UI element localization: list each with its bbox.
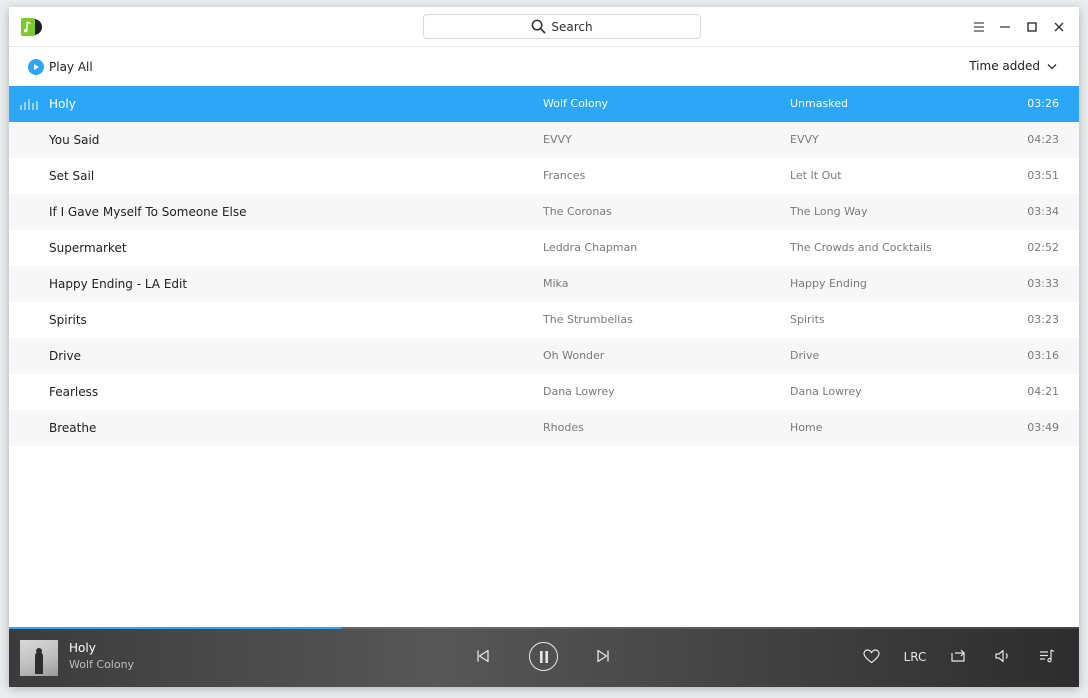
search-box[interactable]: Search	[423, 14, 701, 39]
now-playing-title: Holy	[69, 641, 96, 655]
pause-button[interactable]	[529, 642, 558, 671]
play-circle-icon	[28, 59, 44, 75]
repeat-icon	[951, 649, 965, 662]
song-title: Happy Ending - LA Edit	[49, 277, 188, 291]
previous-icon	[477, 649, 489, 663]
next-icon	[597, 649, 609, 663]
song-duration: 03:51	[1027, 169, 1059, 182]
song-duration: 03:23	[1027, 313, 1059, 326]
song-row[interactable]: Supermarket Leddra Chapman The Crowds and …	[9, 230, 1079, 266]
favorite-button[interactable]	[862, 647, 880, 665]
menu-button[interactable]	[971, 19, 987, 35]
song-duration: 03:16	[1027, 349, 1059, 362]
close-icon	[1054, 22, 1064, 32]
maximize-button[interactable]	[1024, 19, 1040, 35]
menu-icon	[974, 22, 984, 32]
song-duration: 03:34	[1027, 205, 1059, 218]
now-playing-bars-icon	[20, 99, 38, 110]
song-list: Holy Wolf Colony Unmasked 03:26 You Said EVVY…	[9, 86, 1079, 446]
song-title: Breathe	[49, 421, 97, 435]
song-artist: Frances	[543, 169, 586, 182]
song-row[interactable]: Fearless Dana Lowrey Dana Lowrey 04:21	[9, 374, 1079, 410]
play-all-button[interactable]: Play All	[28, 58, 93, 76]
song-row[interactable]: If I Gave Myself To Someone Else The Coro…	[9, 194, 1079, 230]
song-album: The Crowds and Cocktails	[790, 241, 932, 254]
song-album: Drive	[790, 349, 820, 362]
song-artist: Oh Wonder	[543, 349, 605, 362]
song-title: Spirits	[49, 313, 87, 327]
previous-button[interactable]	[475, 647, 491, 665]
song-row[interactable]: Set Sail Frances Let It Out 03:51	[9, 158, 1079, 194]
player-bar: Holy Wolf Colony LRC	[9, 627, 1079, 687]
song-title: If I Gave Myself To Someone Else	[49, 205, 247, 219]
song-row[interactable]: You Said EVVY EVVY 04:23	[9, 122, 1079, 158]
song-artist: Dana Lowrey	[543, 385, 615, 398]
song-title: Holy	[49, 97, 76, 111]
close-button[interactable]	[1051, 19, 1067, 35]
sort-dropdown[interactable]: Time added	[969, 59, 1057, 73]
song-title: You Said	[49, 133, 100, 147]
repeat-button[interactable]	[948, 647, 968, 665]
song-duration: 03:33	[1027, 277, 1059, 290]
song-album: Let It Out	[790, 169, 842, 182]
lyrics-button[interactable]: LRC	[902, 648, 928, 666]
song-album: Home	[790, 421, 823, 434]
volume-icon	[995, 649, 1008, 663]
music-app-logo-icon	[21, 18, 42, 36]
song-artist: EVVY	[543, 133, 572, 146]
progress-fill	[9, 627, 341, 629]
song-duration: 04:23	[1027, 133, 1059, 146]
song-album: The Long Way	[790, 205, 868, 218]
song-artist: The Strumbellas	[543, 313, 633, 326]
song-artist: Rhodes	[543, 421, 584, 434]
now-playing-artist: Wolf Colony	[69, 658, 135, 671]
song-album: Dana Lowrey	[790, 385, 862, 398]
song-album: Happy Ending	[790, 277, 867, 290]
song-artist: The Coronas	[543, 205, 612, 218]
song-artist: Wolf Colony	[543, 97, 609, 110]
song-duration: 03:26	[1027, 97, 1059, 110]
music-window: Search Play All Time added Holy Wolf Col…	[9, 7, 1079, 687]
maximize-icon	[1027, 22, 1037, 32]
list-toolbar: Play All Time added	[9, 48, 1079, 86]
song-duration: 03:49	[1027, 421, 1059, 434]
song-row[interactable]: Holy Wolf Colony Unmasked 03:26	[9, 86, 1079, 122]
song-row[interactable]: Happy Ending - LA Edit Mika Happy Ending 03…	[9, 266, 1079, 302]
album-cover[interactable]	[20, 640, 58, 676]
song-duration: 02:52	[1027, 241, 1059, 254]
playlist-button[interactable]	[1038, 647, 1056, 665]
volume-button[interactable]	[994, 647, 1012, 665]
progress-bar[interactable]	[9, 627, 1079, 629]
song-title: Supermarket	[49, 241, 127, 255]
song-row[interactable]: Breathe Rhodes Home 03:49	[9, 410, 1079, 446]
title-bar: Search	[9, 7, 1079, 47]
song-album: Spirits	[790, 313, 825, 326]
song-row[interactable]: Spirits The Strumbellas Spirits 03:23	[9, 302, 1079, 338]
minimize-button[interactable]	[997, 19, 1013, 35]
song-artist: Leddra Chapman	[543, 241, 638, 254]
song-album: Unmasked	[790, 97, 848, 110]
search-icon	[532, 19, 546, 34]
song-album: EVVY	[790, 133, 819, 146]
playlist-icon	[1040, 649, 1055, 663]
pause-icon	[539, 650, 548, 663]
song-row[interactable]: Drive Oh Wonder Drive 03:16	[9, 338, 1079, 374]
song-title: Drive	[49, 349, 81, 363]
song-duration: 04:21	[1027, 385, 1059, 398]
song-title: Fearless	[49, 385, 99, 399]
chevron-down-icon	[1047, 63, 1057, 69]
song-artist: Mika	[543, 277, 569, 290]
search-label: Search	[551, 19, 593, 34]
play-all-label: Play All	[49, 60, 93, 74]
minimize-icon	[1000, 26, 1010, 28]
sort-label: Time added	[969, 59, 1040, 73]
heart-icon	[862, 648, 880, 663]
next-button[interactable]	[595, 647, 611, 665]
song-title: Set Sail	[49, 169, 95, 183]
